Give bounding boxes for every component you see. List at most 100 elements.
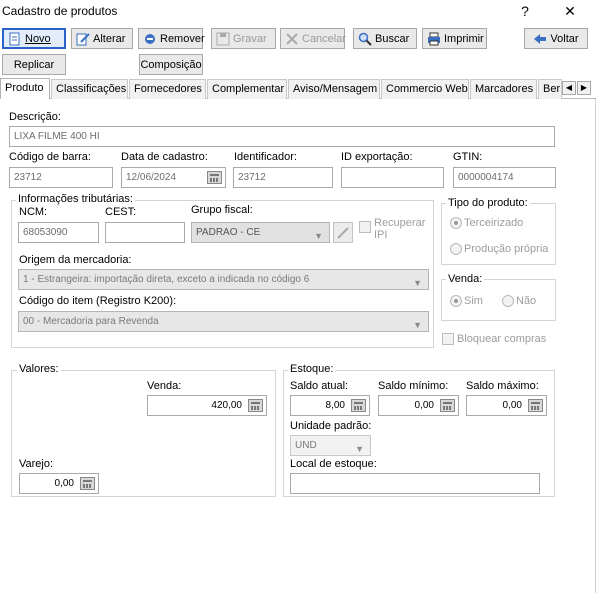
calculator-icon[interactable] bbox=[528, 399, 543, 412]
saldo-minimo-input[interactable]: 0,00 bbox=[378, 395, 459, 416]
descricao-input[interactable]: LIXA FILME 400 HI bbox=[9, 126, 555, 147]
grupo-fiscal-edit-button[interactable] bbox=[333, 222, 353, 243]
tab-produto[interactable]: Produto bbox=[0, 78, 50, 99]
edit-icon bbox=[76, 32, 90, 46]
remover-label: Remover bbox=[160, 32, 205, 45]
tab-marcadores[interactable]: Marcadores bbox=[470, 79, 537, 99]
venda-valor-input[interactable]: 420,00 bbox=[147, 395, 267, 416]
data-cadastro-input[interactable]: 12/06/2024 bbox=[121, 167, 226, 188]
saldo-atual-value: 8,00 bbox=[325, 400, 345, 411]
cancel-icon bbox=[285, 32, 299, 46]
unidade-value: UND bbox=[295, 440, 317, 451]
id-exportacao-input[interactable] bbox=[341, 167, 444, 188]
remove-icon bbox=[143, 32, 157, 46]
estoque-title: Estoque: bbox=[288, 363, 336, 375]
ncm-input[interactable]: 68053090 bbox=[18, 222, 99, 243]
gravar-label: Gravar bbox=[233, 32, 267, 45]
tab-scroll-right-icon[interactable]: ▶ bbox=[577, 81, 591, 95]
calculator-icon[interactable] bbox=[351, 399, 366, 412]
tab-strip: Produto Classificações Fornecedores Comp… bbox=[0, 78, 596, 99]
voltar-button[interactable]: Voltar bbox=[524, 28, 588, 49]
chevron-down-icon: ▼ bbox=[413, 320, 422, 330]
identificador-input[interactable]: 23712 bbox=[233, 167, 333, 188]
tab-fornecedores[interactable]: Fornecedores bbox=[129, 79, 206, 99]
tab-commercio-web[interactable]: Commercio Web bbox=[381, 79, 469, 99]
saldo-atual-label: Saldo atual: bbox=[290, 380, 349, 392]
replicar-label: Replicar bbox=[13, 58, 55, 71]
gtin-label: GTIN: bbox=[453, 151, 483, 163]
bloquear-compras-checkbox[interactable] bbox=[442, 333, 454, 345]
composicao-label: Composição bbox=[140, 58, 202, 71]
help-button[interactable]: ? bbox=[508, 0, 542, 22]
recuperar-ipi-label: Recuperar IPI bbox=[374, 217, 426, 241]
venda-nao-radio[interactable] bbox=[502, 295, 514, 307]
calculator-icon[interactable] bbox=[248, 399, 263, 412]
venda-sim-radio[interactable] bbox=[450, 295, 462, 307]
terceirizado-label: Terceirizado bbox=[464, 217, 524, 229]
origem-select[interactable]: 1 - Estrangeira: importação direta, exce… bbox=[18, 269, 429, 290]
grupo-fiscal-value: PADRAO - CE bbox=[196, 227, 261, 238]
bloquear-compras-label: Bloquear compras bbox=[457, 333, 547, 345]
saldo-atual-input[interactable]: 8,00 bbox=[290, 395, 370, 416]
novo-label: Novo bbox=[25, 32, 51, 45]
local-estoque-input[interactable] bbox=[290, 473, 540, 494]
chevron-down-icon: ▼ bbox=[413, 278, 422, 288]
venda-valor-label: Venda: bbox=[147, 380, 182, 392]
cancelar-button[interactable]: Cancelar bbox=[280, 28, 347, 49]
print-icon bbox=[427, 32, 441, 46]
cest-label: CEST: bbox=[105, 206, 137, 218]
venda-title: Venda: bbox=[446, 273, 485, 285]
composicao-button[interactable]: Composição bbox=[139, 54, 203, 75]
codigo-item-select[interactable]: 00 - Mercadoria para Revenda ▼ bbox=[18, 311, 429, 332]
tributarias-title: Informações tributárias: bbox=[16, 193, 135, 205]
calculator-icon[interactable] bbox=[440, 399, 455, 412]
saldo-maximo-input[interactable]: 0,00 bbox=[466, 395, 547, 416]
terceirizado-radio[interactable] bbox=[450, 217, 462, 229]
codigo-item-value: 00 - Mercadoria para Revenda bbox=[23, 316, 159, 327]
chevron-down-icon: ▼ bbox=[355, 444, 364, 454]
tab-aviso-mensagem[interactable]: Aviso/Mensagem bbox=[288, 79, 380, 99]
venda-valor-value: 420,00 bbox=[211, 400, 242, 411]
window-title: Cadastro de produtos bbox=[2, 4, 118, 18]
descricao-label: Descrição: bbox=[9, 111, 61, 123]
grupo-fiscal-label: Grupo fiscal: bbox=[191, 204, 253, 216]
alterar-button[interactable]: Alterar bbox=[71, 28, 133, 49]
imprimir-label: Imprimir bbox=[444, 32, 484, 45]
voltar-label: Voltar bbox=[550, 32, 579, 45]
close-button[interactable]: ✕ bbox=[553, 0, 587, 22]
data-cadastro-label: Data de cadastro: bbox=[121, 151, 208, 163]
varejo-label: Varejo: bbox=[19, 458, 54, 470]
codigo-barra-label: Código de barra: bbox=[9, 151, 91, 163]
id-exportacao-label: ID exportação: bbox=[341, 151, 413, 163]
replicar-button[interactable]: Replicar bbox=[2, 54, 66, 75]
origem-value: 1 - Estrangeira: importação direta, exce… bbox=[23, 274, 310, 285]
save-icon bbox=[216, 32, 230, 46]
tab-ber[interactable]: Ber bbox=[538, 79, 562, 99]
venda-sim-label: Sim bbox=[464, 295, 483, 307]
saldo-maximo-value: 0,00 bbox=[502, 400, 522, 411]
novo-button[interactable]: Novo bbox=[2, 28, 66, 49]
remover-button[interactable]: Remover bbox=[138, 28, 205, 49]
unidade-label: Unidade padrão: bbox=[290, 420, 372, 432]
tab-complementar[interactable]: Complementar bbox=[207, 79, 287, 99]
gtin-input[interactable]: 0000004174 bbox=[453, 167, 556, 188]
ncm-label: NCM: bbox=[19, 206, 48, 218]
chevron-down-icon: ▼ bbox=[314, 231, 323, 241]
cest-input[interactable] bbox=[105, 222, 185, 243]
codigo-barra-input[interactable]: 23712 bbox=[9, 167, 113, 188]
gravar-button[interactable]: Gravar bbox=[211, 28, 276, 49]
unidade-select[interactable]: UND ▼ bbox=[290, 435, 371, 456]
calculator-icon[interactable] bbox=[80, 477, 95, 490]
calendar-icon[interactable] bbox=[207, 171, 222, 184]
varejo-input[interactable]: 0,00 bbox=[19, 473, 99, 494]
tab-classificacoes[interactable]: Classificações bbox=[51, 79, 128, 99]
recuperar-ipi-checkbox[interactable] bbox=[359, 221, 371, 233]
grupo-fiscal-select[interactable]: PADRAO - CE ▼ bbox=[191, 222, 330, 243]
data-cadastro-value: 12/06/2024 bbox=[126, 172, 177, 183]
buscar-button[interactable]: Buscar bbox=[353, 28, 417, 49]
producao-propria-radio[interactable] bbox=[450, 243, 462, 255]
cancelar-label: Cancelar bbox=[302, 32, 347, 45]
imprimir-button[interactable]: Imprimir bbox=[422, 28, 487, 49]
tipo-produto-group bbox=[441, 203, 556, 265]
tab-scroll-left-icon[interactable]: ◀ bbox=[562, 81, 576, 95]
